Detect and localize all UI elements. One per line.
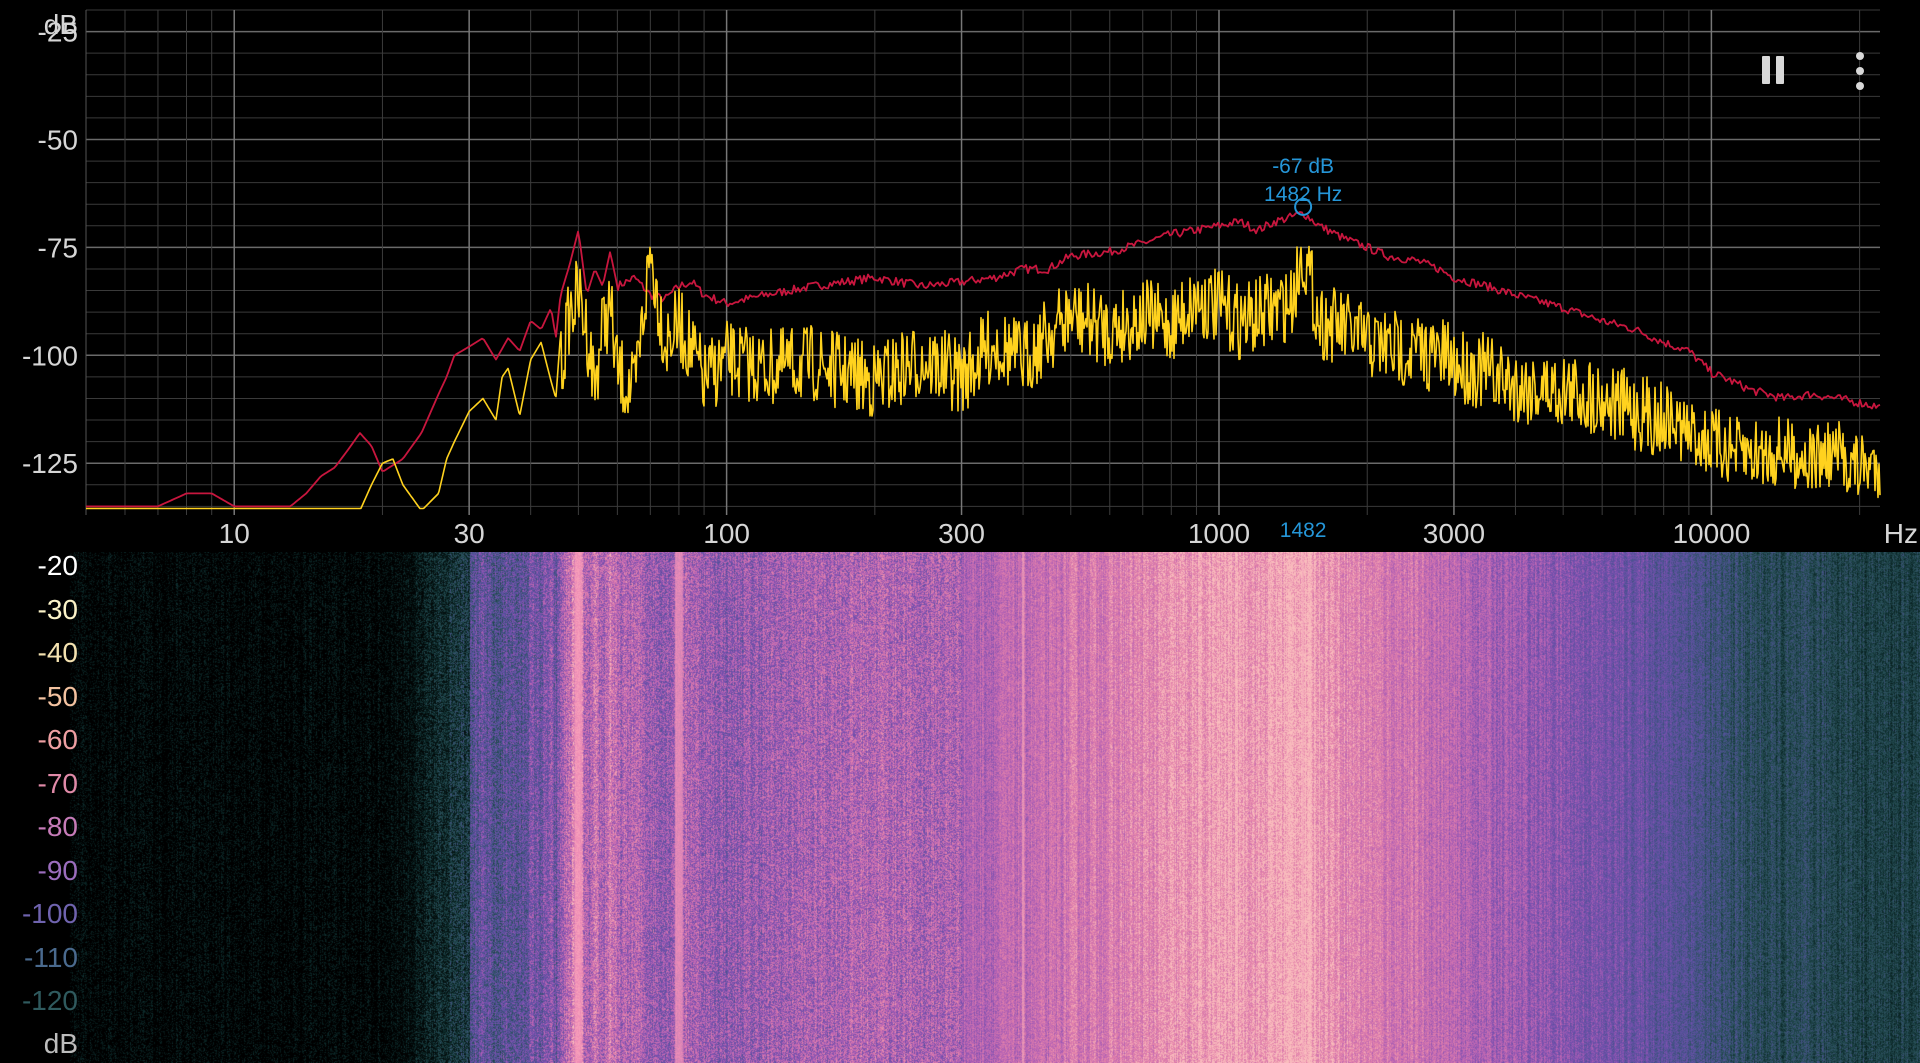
spectrogram-db-label: -70 xyxy=(37,767,78,799)
x-tick-label: 300 xyxy=(938,518,985,549)
x-tick-label: 30 xyxy=(454,518,485,549)
peak-db-label: -67 dB xyxy=(1272,155,1334,178)
pause-icon xyxy=(1776,56,1784,84)
y-unit-label: dB xyxy=(44,9,78,40)
more-vert-icon xyxy=(1856,52,1864,60)
analyzer-screen: -25 -50 -75 -100 -125 dB 10 30 100 300 1000 3000 100… xyxy=(0,0,1920,1063)
spectrogram-db-label: -100 xyxy=(21,898,78,929)
more-vert-icon xyxy=(1856,82,1864,90)
x-tick-label: 10 xyxy=(219,518,250,549)
spectrogram[interactable]: -20 -30 -40 -50 -60 -70 -80 -90 -100 -110 -120 dB xyxy=(0,550,1920,1063)
peak-axis-marker: 1482 xyxy=(1280,519,1327,542)
spectrum-grid xyxy=(0,0,1920,552)
spectrogram-db-label: -120 xyxy=(21,985,78,1016)
more-options-button[interactable] xyxy=(1846,50,1874,92)
spectrogram-db-label: -60 xyxy=(37,724,78,755)
spectrogram-db-label: -80 xyxy=(37,811,78,842)
x-tick-label: 10000 xyxy=(1672,518,1750,549)
x-tick-label: 1000 xyxy=(1188,518,1250,549)
spectrogram-db-unit: dB xyxy=(43,1028,78,1059)
spectrogram-db-label: -110 xyxy=(24,941,78,973)
peak-freq-label: 1482 Hz xyxy=(1264,183,1342,206)
spectrogram-db-label: -90 xyxy=(37,854,78,886)
spectrum-plot[interactable]: -25-50-75-100-125dB10 30 100 300 1000 3000 100… xyxy=(0,0,1920,552)
spectrogram-db-scale: -20 -30 -40 -50 -60 -70 -80 -90 -100 -110 -120 dB xyxy=(0,550,86,1063)
x-unit-label: Hz xyxy=(1884,518,1918,549)
x-tick-label: 3000 xyxy=(1423,518,1485,549)
plot-background xyxy=(0,0,1920,552)
spectrogram-db-label: -40 xyxy=(37,637,78,668)
pause-icon xyxy=(1762,56,1770,84)
spectrogram-db-label: -20 xyxy=(37,550,78,581)
y-tick-label: -50 xyxy=(38,124,78,155)
y-tick-label: -75 xyxy=(38,232,78,263)
spectrogram-db-label: -50 xyxy=(37,680,78,712)
spectrogram-waterfall xyxy=(0,552,1920,1063)
y-tick-label: -100 xyxy=(22,340,78,371)
pause-button[interactable] xyxy=(1760,54,1790,88)
more-vert-icon xyxy=(1856,67,1864,75)
x-tick-label: 100 xyxy=(703,518,750,549)
y-tick-label: -125 xyxy=(22,448,78,479)
spectrogram-db-label: -30 xyxy=(37,593,78,625)
